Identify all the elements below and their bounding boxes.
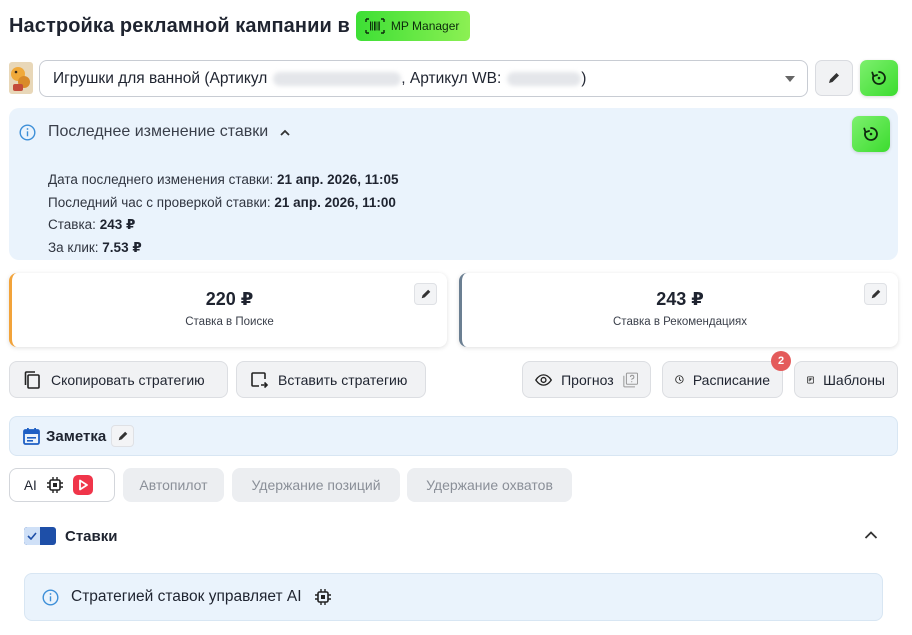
- schedule-label: Расписание: [692, 371, 770, 388]
- edit-search-bid-button[interactable]: [414, 283, 437, 305]
- product-select[interactable]: Игрушки для ванной (Артикул , Артикул WB…: [39, 60, 808, 97]
- pencil-icon: [871, 289, 880, 299]
- recommendations-bid-card: 243 ₽ Ставка в Рекомендациях: [459, 273, 898, 347]
- refresh-icon: [863, 127, 878, 141]
- row-value: 21 апр. 2026, 11:00: [274, 194, 396, 210]
- row-value: 7.53 ₽: [102, 239, 142, 255]
- schedule-count-badge: 2: [771, 351, 791, 371]
- bids-toggle[interactable]: [24, 527, 56, 545]
- row-value: 243 ₽: [99, 217, 136, 232]
- edit-product-button[interactable]: [815, 60, 853, 96]
- search-bid-caption: Ставка в Поиске: [185, 316, 274, 328]
- paste-strategy-label: Вставить стратегию: [278, 371, 408, 388]
- last-change-title: Последнее изменение ставки: [48, 123, 269, 140]
- play-logo-icon: [72, 475, 93, 495]
- calendar-icon: [23, 427, 40, 445]
- search-bid-amount: 220 ₽: [205, 289, 254, 309]
- refresh-last-change-button[interactable]: [852, 116, 890, 152]
- forecast-label: Прогноз: [561, 371, 614, 388]
- schedule-button[interactable]: Расписание: [662, 361, 783, 398]
- chip-icon: [314, 589, 331, 605]
- product-name-suffix: ): [581, 69, 587, 87]
- recommendations-bid-caption: Ставка в Рекомендациях: [613, 316, 747, 328]
- product-row: Игрушки для ванной (Артикул , Артикул WB…: [9, 60, 898, 97]
- row-label: Дата последнего изменения ставки:: [48, 172, 277, 187]
- copy-strategy-button[interactable]: Скопировать стратегию: [9, 361, 228, 398]
- refresh-icon: [871, 71, 886, 85]
- bids-section-header: Ставки: [24, 527, 117, 545]
- refresh-button[interactable]: [860, 60, 898, 96]
- checkmark-icon: [24, 527, 40, 545]
- pencil-icon: [118, 431, 127, 441]
- chevron-up-icon: [864, 531, 878, 539]
- brand-label: MP Manager: [390, 19, 460, 33]
- collapse-bids-button[interactable]: [864, 530, 878, 540]
- pencil-icon: [829, 73, 839, 83]
- chevron-down-icon: [785, 76, 795, 82]
- product-name-prefix: Игрушки для ванной (Артикул: [53, 69, 268, 87]
- note-bar: Заметка: [9, 416, 898, 456]
- templates-icon: [807, 376, 814, 383]
- edit-note-button[interactable]: [111, 425, 135, 447]
- chip-icon: [46, 477, 63, 493]
- page-title: Настройка рекламной кампании в: [9, 14, 350, 37]
- clock-icon: [675, 375, 684, 384]
- barcode-icon: [365, 18, 385, 34]
- last-change-details: Дата последнего изменения ставки: 21 апр…: [48, 169, 398, 259]
- bids-section-title: Ставки: [65, 527, 118, 545]
- recommendations-bid-amount: 243 ₽: [656, 289, 704, 309]
- mode-hold-positions-button[interactable]: Удержание позиций: [232, 468, 400, 502]
- bid-row: Ставка: 243 ₽: [48, 214, 398, 237]
- row-label: Последний час с проверкой ставки:: [48, 194, 275, 210]
- last-check-hour-row: Последний час с проверкой ставки: 21 апр…: [48, 192, 398, 215]
- paste-icon: [251, 371, 269, 388]
- copy-icon: [24, 370, 40, 389]
- ai-managed-text: Стратегией ставок управляет AI: [71, 588, 302, 605]
- info-icon: [19, 123, 36, 141]
- templates-label: Шаблоны: [823, 371, 885, 388]
- edit-recommendations-bid-button[interactable]: [864, 283, 887, 305]
- article-wb-label: , Артикул WB:: [401, 69, 502, 87]
- search-bid-card: 220 ₽ Ставка в Поиске: [9, 273, 447, 347]
- header: Настройка рекламной кампании в MP Manage…: [9, 10, 471, 42]
- chevron-up-icon: [280, 129, 290, 136]
- row-label: За клик:: [48, 239, 103, 255]
- pencil-icon: [421, 289, 430, 299]
- templates-button[interactable]: Шаблоны: [794, 361, 898, 398]
- product-thumbnail: [9, 62, 33, 94]
- copy-strategy-label: Скопировать стратегию: [51, 371, 205, 388]
- last-change-date-row: Дата последнего изменения ставки: 21 апр…: [48, 169, 398, 192]
- article-wb-hidden: [507, 71, 582, 86]
- mode-ai-button[interactable]: AI: [9, 468, 115, 502]
- eye-icon: [535, 373, 553, 386]
- note-label: Заметка: [46, 427, 107, 445]
- row-label: Ставка:: [48, 217, 100, 232]
- mode-autopilot-button[interactable]: Автопилот: [123, 468, 224, 502]
- row-value: 21 апр. 2026, 11:05: [276, 172, 399, 187]
- ai-managed-notice: Стратегией ставок управляет AI: [24, 573, 883, 621]
- info-icon: [42, 588, 59, 606]
- per-click-row: За клик: 7.53 ₽: [48, 237, 398, 260]
- paste-strategy-button[interactable]: Вставить стратегию: [236, 361, 426, 398]
- mode-ai-label: AI: [24, 477, 37, 493]
- brand-badge: MP Manager: [355, 11, 471, 41]
- mode-hold-reach-button[interactable]: Удержание охватов: [407, 468, 572, 502]
- last-change-toggle[interactable]: Последнее изменение ставки: [19, 123, 290, 141]
- article-hidden: [273, 71, 402, 86]
- last-change-panel: Последнее изменение ставки Дата последне…: [9, 108, 898, 260]
- help-icon: [622, 372, 638, 387]
- forecast-button[interactable]: Прогноз: [522, 361, 651, 398]
